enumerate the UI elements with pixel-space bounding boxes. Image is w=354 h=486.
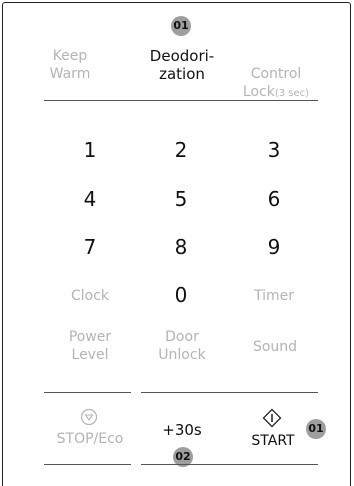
power-level-button[interactable]: Power Level xyxy=(45,328,135,364)
stop-eco-button[interactable]: STOP/Eco xyxy=(40,430,140,448)
timer-button[interactable]: Timer xyxy=(239,287,309,305)
callout-badge-top: 01 xyxy=(171,16,191,36)
key-3[interactable]: 3 xyxy=(244,138,304,162)
top-divider xyxy=(44,100,318,101)
key-8[interactable]: 8 xyxy=(151,235,211,259)
key-7[interactable]: 7 xyxy=(60,235,120,259)
keep-warm-button[interactable]: Keep Warm xyxy=(40,47,100,83)
key-6[interactable]: 6 xyxy=(244,187,304,211)
footer-divider-right xyxy=(141,464,318,465)
clock-button[interactable]: Clock xyxy=(55,287,125,305)
key-1[interactable]: 1 xyxy=(60,138,120,162)
callout-badge-start: 01 xyxy=(306,419,326,439)
start-button[interactable]: START xyxy=(238,432,308,450)
key-5[interactable]: 5 xyxy=(151,187,211,211)
footer-divider-left xyxy=(44,464,131,465)
control-lock-button[interactable]: Control Lock(3 sec) xyxy=(228,47,324,103)
control-lock-seconds: (3 sec) xyxy=(274,88,310,99)
door-unlock-button[interactable]: Door Unlock xyxy=(137,328,227,364)
deodorization-button[interactable]: Deodori- zation xyxy=(137,47,227,83)
bottom-divider-left xyxy=(44,392,131,393)
key-9[interactable]: 9 xyxy=(244,235,304,259)
key-0[interactable]: 0 xyxy=(151,283,211,307)
key-4[interactable]: 4 xyxy=(60,187,120,211)
key-2[interactable]: 2 xyxy=(151,138,211,162)
bottom-divider-right xyxy=(141,392,318,393)
stop-triangle-icon xyxy=(80,408,98,430)
plus-30s-button[interactable]: +30s xyxy=(150,421,214,439)
start-diamond-icon xyxy=(262,408,282,432)
sound-button[interactable]: Sound xyxy=(230,338,320,356)
